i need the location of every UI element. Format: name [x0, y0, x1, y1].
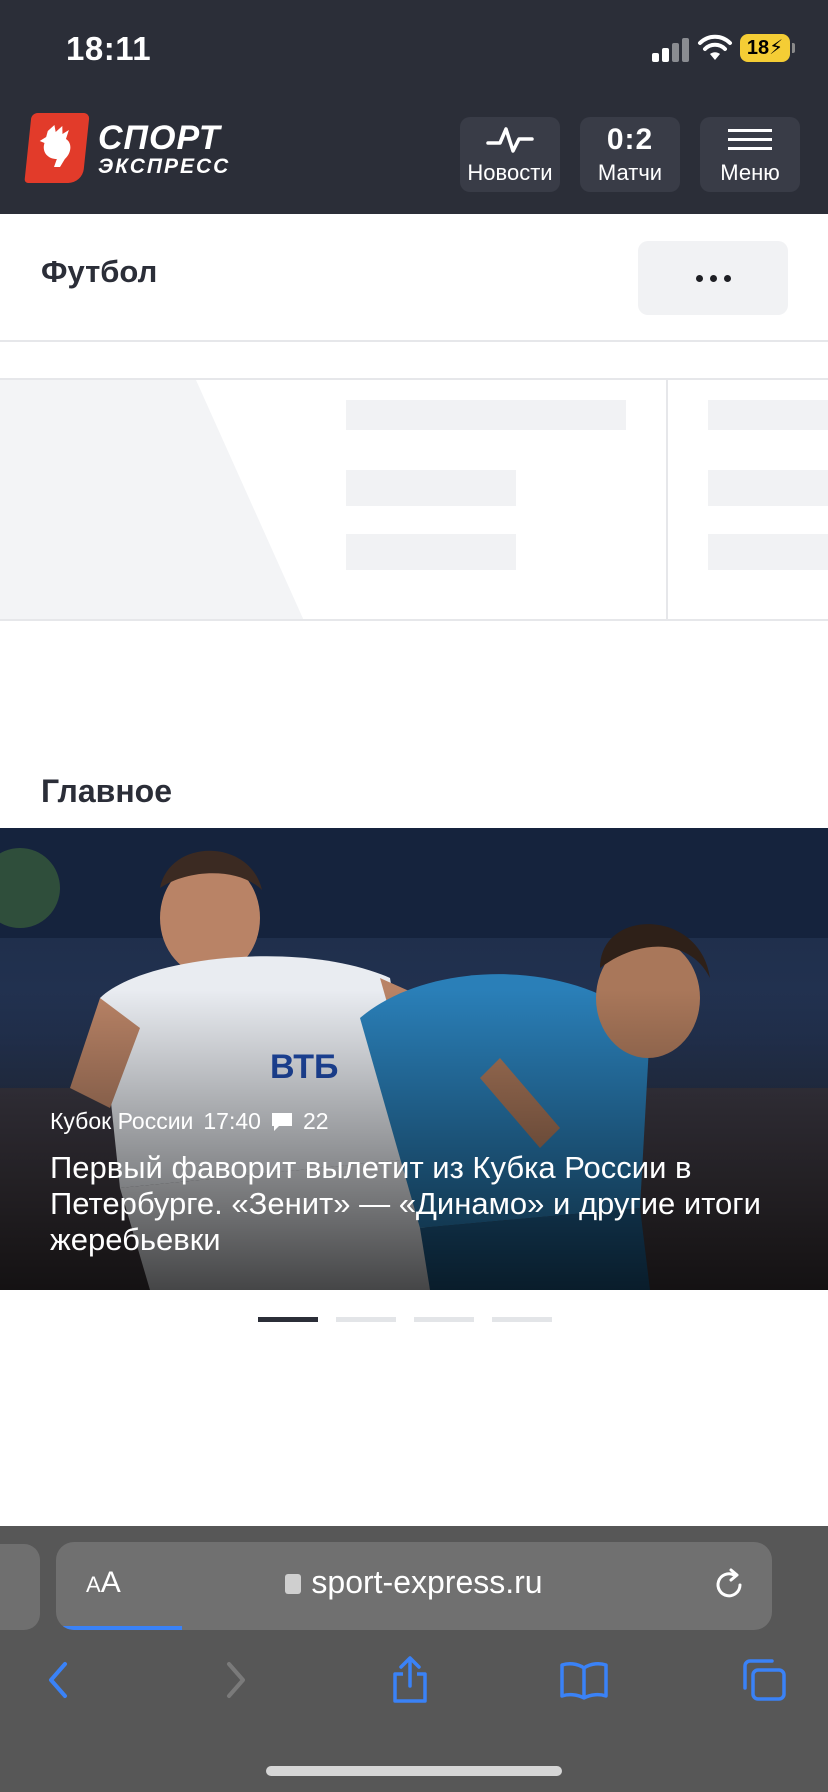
chevron-right-icon	[227, 1662, 245, 1698]
skeleton-line	[708, 470, 828, 506]
matches-skeleton	[0, 378, 828, 621]
battery-icon: 18⚡	[740, 34, 795, 62]
menu-button[interactable]: Меню	[700, 117, 800, 192]
carousel-dot[interactable]	[492, 1317, 552, 1322]
logo-title: СПОРТ	[98, 119, 221, 157]
lock-icon	[285, 1574, 302, 1594]
chevron-left-icon	[49, 1662, 67, 1698]
share-icon	[393, 1656, 427, 1703]
skeleton-divider	[666, 380, 668, 619]
tabs-icon	[743, 1659, 786, 1701]
carousel-dot[interactable]	[414, 1317, 474, 1322]
carousel-dot-active[interactable]	[258, 1317, 318, 1322]
more-dot	[723, 274, 731, 282]
carousel-dot[interactable]	[336, 1317, 396, 1322]
hero-time: 17:40	[203, 1108, 261, 1134]
skeleton-line	[346, 400, 626, 430]
matches-score: 0:2	[606, 123, 654, 156]
status-time: 18:11	[66, 30, 152, 67]
tabs-button[interactable]	[734, 1652, 794, 1708]
home-indicator[interactable]	[266, 1766, 562, 1776]
more-dot	[695, 274, 703, 282]
hamburger-icon	[700, 123, 800, 157]
skeleton-shape	[0, 380, 304, 619]
sport-bar: Футбол	[0, 214, 828, 342]
address-bar[interactable]: AA sport-express.ru	[56, 1542, 772, 1630]
skeleton-line	[708, 534, 828, 570]
share-button[interactable]	[380, 1652, 440, 1708]
skeleton-line	[346, 470, 516, 506]
hero-meta: Кубок России 17:40 22	[50, 1108, 329, 1135]
more-button[interactable]	[638, 241, 788, 315]
news-button[interactable]: Новости	[460, 117, 560, 192]
reload-icon[interactable]	[712, 1568, 746, 1602]
matches-label: Матчи	[597, 160, 663, 185]
more-dot	[709, 274, 717, 282]
section-title: Главное	[41, 773, 173, 809]
comment-icon	[271, 1112, 292, 1131]
hero-title[interactable]: Первый фаворит вылетит из Кубка России в…	[50, 1150, 770, 1258]
skeleton-line	[708, 400, 828, 430]
forward-button[interactable]	[206, 1652, 266, 1708]
rooster-logo-icon	[24, 113, 90, 183]
hero-category[interactable]: Кубок России	[50, 1108, 193, 1135]
battery-level: 18	[746, 37, 770, 59]
hero-comment-count: 22	[302, 1108, 329, 1134]
site-header: 18:11 18⚡ СПОРТ ЭКСПРЕСС Новости 0:2 Мат…	[0, 0, 828, 214]
cellular-signal-icon	[652, 38, 689, 62]
book-icon	[560, 1662, 608, 1700]
logo-subtitle: ЭКСПРЕСС	[98, 155, 231, 178]
news-label: Новости	[467, 160, 553, 185]
page-load-progress	[56, 1626, 182, 1630]
wifi-icon	[698, 34, 732, 60]
site-logo[interactable]: СПОРТ ЭКСПРЕСС	[24, 113, 228, 185]
url-text: sport-express.ru	[311, 1564, 543, 1600]
sport-title: Футбол	[41, 254, 158, 289]
bookmarks-button[interactable]	[554, 1652, 614, 1708]
carousel-indicator	[258, 1317, 552, 1322]
back-button[interactable]	[28, 1652, 88, 1708]
menu-label: Меню	[720, 160, 780, 185]
previous-tab-preview[interactable]	[0, 1544, 40, 1630]
skeleton-line	[346, 534, 516, 570]
matches-button[interactable]: 0:2 Матчи	[580, 117, 680, 192]
pulse-icon	[460, 123, 560, 157]
